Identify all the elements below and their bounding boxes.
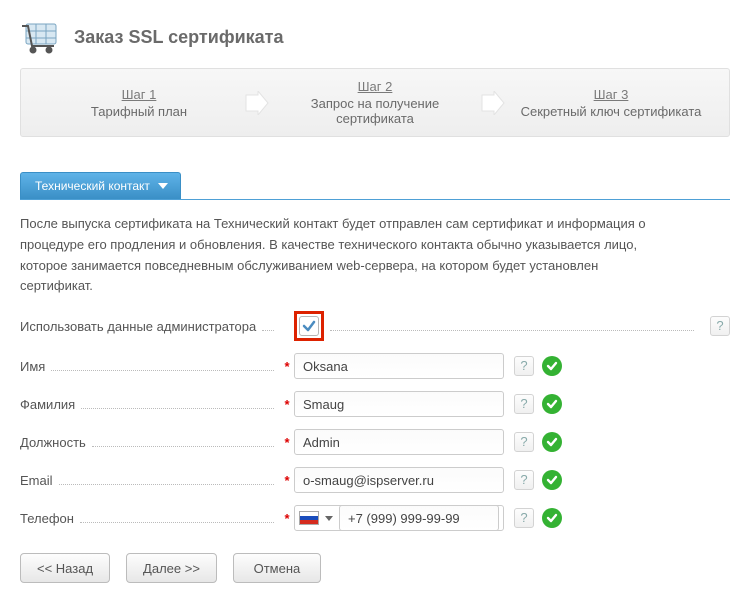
- row-name: Имя * ?: [20, 353, 730, 379]
- valid-icon: [542, 356, 562, 376]
- row-use-admin: Использовать данные администратора ?: [20, 311, 730, 341]
- row-surname: Фамилия * ?: [20, 391, 730, 417]
- help-button[interactable]: ?: [514, 470, 534, 490]
- required-mark: *: [280, 397, 294, 412]
- step-number: Шаг 1: [35, 87, 243, 102]
- row-email: Email * ?: [20, 467, 730, 493]
- step-label: Запрос на получение сертификата: [271, 96, 479, 126]
- position-field[interactable]: [294, 429, 504, 455]
- valid-icon: [542, 394, 562, 414]
- valid-icon: [542, 508, 562, 528]
- chevron-down-icon: [158, 183, 168, 189]
- button-row: << Назад Далее >> Отмена: [20, 553, 730, 583]
- step-1[interactable]: Шаг 1 Тарифный план: [35, 87, 243, 119]
- flag-ru-icon[interactable]: [299, 511, 319, 525]
- surname-field[interactable]: [294, 391, 504, 417]
- cancel-button[interactable]: Отмена: [233, 553, 321, 583]
- email-field[interactable]: [294, 467, 504, 493]
- page-header: Заказ SSL сертификата: [20, 18, 730, 56]
- step-label: Секретный ключ сертификата: [507, 104, 715, 119]
- step-2[interactable]: Шаг 2 Запрос на получение сертификата: [271, 79, 479, 126]
- help-button[interactable]: ?: [710, 316, 730, 336]
- arrow-icon: [479, 91, 507, 115]
- arrow-icon: [243, 91, 271, 115]
- check-icon: [302, 319, 316, 333]
- steps-bar: Шаг 1 Тарифный план Шаг 2 Запрос на полу…: [20, 68, 730, 137]
- row-phone: Телефон * ?: [20, 505, 730, 531]
- phone-field-wrap: [294, 505, 504, 531]
- row-position: Должность * ?: [20, 429, 730, 455]
- help-button[interactable]: ?: [514, 356, 534, 376]
- field-label: Должность: [20, 435, 86, 450]
- field-label: Фамилия: [20, 397, 75, 412]
- required-mark: *: [280, 359, 294, 374]
- valid-icon: [542, 470, 562, 490]
- back-button[interactable]: << Назад: [20, 553, 110, 583]
- help-button[interactable]: ?: [514, 508, 534, 528]
- tab-label: Технический контакт: [35, 179, 150, 193]
- step-3[interactable]: Шаг 3 Секретный ключ сертификата: [507, 87, 715, 119]
- required-mark: *: [280, 511, 294, 526]
- cart-icon: [20, 18, 62, 56]
- highlight-box: [294, 311, 324, 341]
- step-number: Шаг 3: [507, 87, 715, 102]
- phone-field[interactable]: [339, 505, 499, 531]
- field-label: Email: [20, 473, 53, 488]
- field-label: Использовать данные администратора: [20, 319, 256, 334]
- page-title: Заказ SSL сертификата: [74, 27, 283, 48]
- required-mark: *: [280, 435, 294, 450]
- help-button[interactable]: ?: [514, 394, 534, 414]
- section-description: После выпуска сертификата на Технический…: [20, 214, 660, 297]
- required-mark: *: [280, 473, 294, 488]
- chevron-down-icon[interactable]: [325, 516, 333, 521]
- valid-icon: [542, 432, 562, 452]
- use-admin-checkbox[interactable]: [299, 316, 319, 336]
- step-label: Тарифный план: [35, 104, 243, 119]
- name-field[interactable]: [294, 353, 504, 379]
- field-label: Телефон: [20, 511, 74, 526]
- next-button[interactable]: Далее >>: [126, 553, 217, 583]
- tab-tech-contact[interactable]: Технический контакт: [20, 172, 181, 199]
- step-number: Шаг 2: [271, 79, 479, 94]
- field-label: Имя: [20, 359, 45, 374]
- tab-bar: Технический контакт: [20, 172, 730, 200]
- help-button[interactable]: ?: [514, 432, 534, 452]
